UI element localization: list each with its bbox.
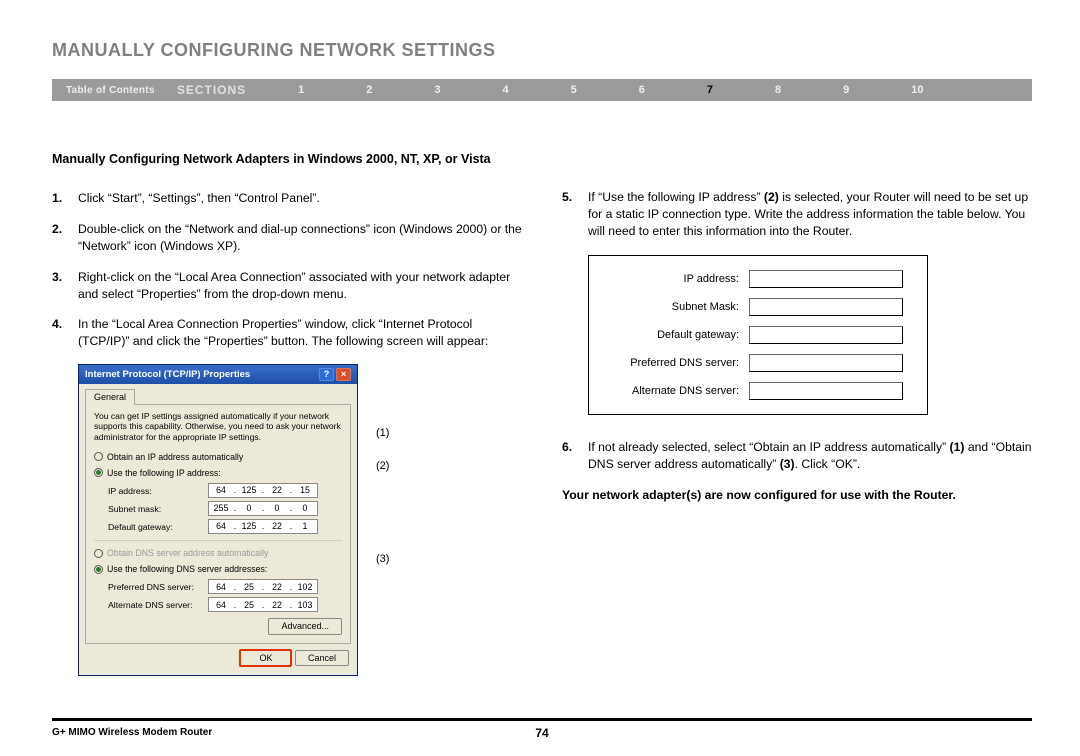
ok-button[interactable]: OK xyxy=(239,649,292,667)
worksheet-pref-dns-box xyxy=(749,354,903,372)
step-num-2: 2. xyxy=(52,221,78,255)
advanced-button[interactable]: Advanced... xyxy=(268,618,342,634)
nav-sections-label: SECTIONS xyxy=(169,83,268,97)
worksheet-pref-dns-label: Preferred DNS server: xyxy=(599,356,749,371)
nav-section-10[interactable]: 10 xyxy=(911,84,923,96)
nav-section-9[interactable]: 9 xyxy=(843,84,849,96)
nav-section-1[interactable]: 1 xyxy=(298,84,304,96)
step-text-2: Double-click on the “Network and dial-up… xyxy=(78,221,522,255)
tcpip-properties-dialog: Internet Protocol (TCP/IP) Properties ? … xyxy=(78,364,358,676)
dialog-callouts: (1) (2) (3) xyxy=(376,364,389,676)
radio-use-ip[interactable] xyxy=(94,468,103,477)
nav-section-4[interactable]: 4 xyxy=(503,84,509,96)
worksheet-alt-dns-box xyxy=(749,382,903,400)
tab-general[interactable]: General xyxy=(85,389,135,404)
radio-obtain-dns-label: Obtain DNS server address automatically xyxy=(107,547,268,559)
close-icon[interactable]: × xyxy=(336,368,351,381)
radio-obtain-dns[interactable] xyxy=(94,549,103,558)
callout-1: (1) xyxy=(376,426,389,441)
callout-2: (2) xyxy=(376,459,389,474)
left-column: Manually Configuring Network Adapters in… xyxy=(52,151,522,676)
ip-address-label: IP address: xyxy=(108,485,208,497)
worksheet-subnet-box xyxy=(749,298,903,316)
alternate-dns-input[interactable]: 64.25.22.103 xyxy=(208,597,318,612)
worksheet-subnet-label: Subnet Mask: xyxy=(599,300,749,315)
worksheet-ip-label: IP address: xyxy=(599,272,749,287)
step-text-4: In the “Local Area Connection Properties… xyxy=(78,316,522,350)
alternate-dns-label: Alternate DNS server: xyxy=(108,599,208,611)
radio-use-ip-label: Use the following IP address: xyxy=(107,467,221,479)
nav-section-6[interactable]: 6 xyxy=(639,84,645,96)
nav-section-7[interactable]: 7 xyxy=(707,84,713,96)
step-num-6: 6. xyxy=(562,439,588,473)
step-num-3: 3. xyxy=(52,269,78,303)
page-title: MANUALLY CONFIGURING NETWORK SETTINGS xyxy=(52,40,1032,61)
step-num-1: 1. xyxy=(52,190,78,207)
radio-obtain-ip-label: Obtain an IP address automatically xyxy=(107,451,243,463)
worksheet-alt-dns-label: Alternate DNS server: xyxy=(599,384,749,399)
callout-3: (3) xyxy=(376,552,389,567)
step-text-5: If “Use the following IP address” (2) is… xyxy=(588,189,1032,239)
worksheet-ip-box xyxy=(749,270,903,288)
nav-section-5[interactable]: 5 xyxy=(571,84,577,96)
step-text-3: Right-click on the “Local Area Connectio… xyxy=(78,269,522,303)
ip-address-input[interactable]: 64.125.22.15 xyxy=(208,483,318,498)
dialog-info-text: You can get IP settings assigned automat… xyxy=(94,411,342,443)
worksheet-gateway-box xyxy=(749,326,903,344)
cancel-button[interactable]: Cancel xyxy=(295,650,349,666)
address-worksheet: IP address: Subnet Mask: Default gateway… xyxy=(588,255,928,415)
final-note: Your network adapter(s) are now configur… xyxy=(562,487,1032,504)
subheading: Manually Configuring Network Adapters in… xyxy=(52,151,522,168)
nav-section-8[interactable]: 8 xyxy=(775,84,781,96)
page-footer: G+ MIMO Wireless Modem Router 74 xyxy=(52,718,1032,738)
preferred-dns-label: Preferred DNS server: xyxy=(108,581,208,593)
preferred-dns-input[interactable]: 64.25.22.102 xyxy=(208,579,318,594)
step-text-1: Click “Start”, “Settings”, then “Control… xyxy=(78,190,522,207)
nav-numbers: 1 2 3 4 5 6 7 8 9 10 xyxy=(268,84,923,96)
step-num-4: 4. xyxy=(52,316,78,350)
help-icon[interactable]: ? xyxy=(319,368,334,381)
nav-section-2[interactable]: 2 xyxy=(366,84,372,96)
radio-use-dns-label: Use the following DNS server addresses: xyxy=(107,563,267,575)
dialog-title-text: Internet Protocol (TCP/IP) Properties xyxy=(85,368,250,381)
subnet-mask-input[interactable]: 255.0.0.0 xyxy=(208,501,318,516)
section-nav-bar: Table of Contents SECTIONS 1 2 3 4 5 6 7… xyxy=(52,79,1032,101)
nav-section-3[interactable]: 3 xyxy=(434,84,440,96)
step-num-5: 5. xyxy=(562,189,588,239)
right-column: 5. If “Use the following IP address” (2)… xyxy=(562,151,1032,676)
default-gateway-label: Default gateway: xyxy=(108,521,208,533)
radio-use-dns[interactable] xyxy=(94,565,103,574)
worksheet-gateway-label: Default gateway: xyxy=(599,328,749,343)
radio-obtain-ip[interactable] xyxy=(94,452,103,461)
default-gateway-input[interactable]: 64.125.22.1 xyxy=(208,519,318,534)
step-text-6: If not already selected, select “Obtain … xyxy=(588,439,1032,473)
nav-toc-link[interactable]: Table of Contents xyxy=(52,85,169,96)
subnet-mask-label: Subnet mask: xyxy=(108,503,208,515)
dialog-titlebar: Internet Protocol (TCP/IP) Properties ? … xyxy=(79,365,357,384)
footer-page-number: 74 xyxy=(535,726,548,740)
